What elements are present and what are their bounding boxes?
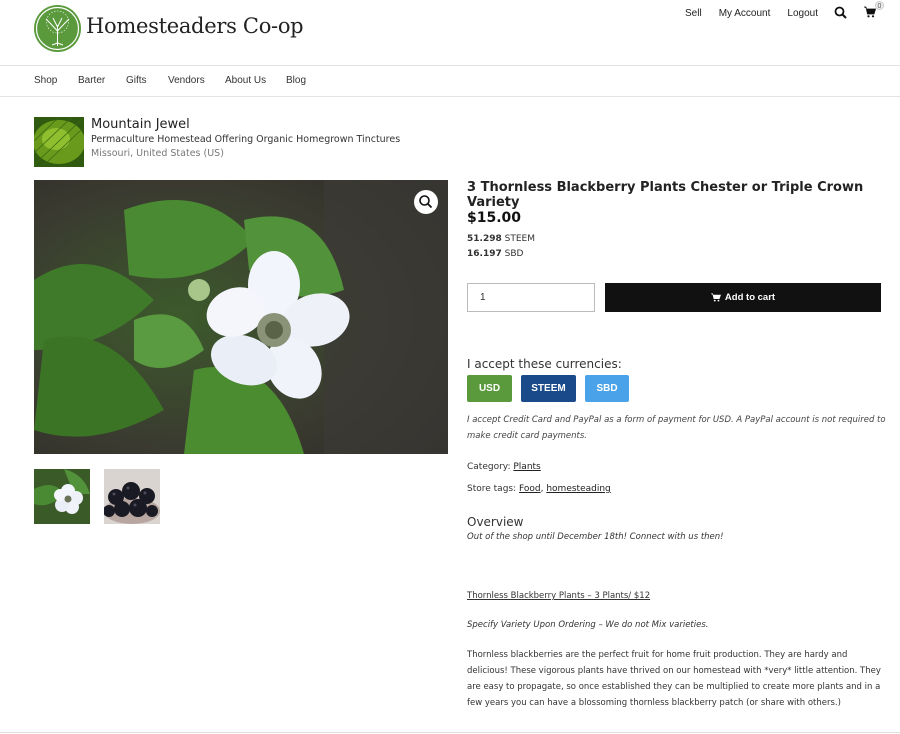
steem-unit: STEEM — [504, 234, 535, 244]
nav-gifts[interactable]: Gifts — [126, 75, 147, 86]
overview-title: Overview — [467, 515, 524, 529]
sbd-amount: 16.197 — [467, 249, 502, 259]
store-tags-label: Store tags: — [467, 484, 517, 494]
sbd-price: 16.197 SBD — [467, 249, 523, 259]
cart-icon[interactable]: 0 — [864, 1, 884, 20]
nav-vendors[interactable]: Vendors — [168, 75, 205, 86]
thumbnail-flower[interactable] — [34, 469, 90, 524]
site-name[interactable]: Homesteaders Co-op — [86, 14, 304, 38]
tag-link-food[interactable]: Food — [519, 484, 541, 494]
category-label: Category: — [467, 462, 511, 472]
top-links: Sell My Account Logout 0 — [668, 1, 884, 20]
sbd-unit: SBD — [504, 249, 524, 259]
nav-about-us[interactable]: About Us — [225, 75, 266, 86]
nav-barter[interactable]: Barter — [78, 75, 105, 86]
main-nav: Shop Barter Gifts Vendors About Us Blog — [0, 66, 900, 97]
tag-link-homesteading[interactable]: homesteading — [546, 484, 610, 494]
my-account-link[interactable]: My Account — [719, 8, 771, 19]
steem-amount: 51.298 — [467, 234, 502, 244]
category-link[interactable]: Plants — [513, 462, 540, 472]
currency-usd-button[interactable]: USD — [467, 375, 512, 402]
description-heading: Thornless Blackberry Plants – 3 Plants/ … — [467, 591, 651, 601]
product-title: 3 Thornless Blackberry Plants Chester or… — [467, 180, 864, 210]
steem-price: 51.298 STEEM — [467, 234, 535, 244]
logout-link[interactable]: Logout — [787, 8, 818, 19]
currency-sbd-button[interactable]: SBD — [585, 375, 629, 402]
currency-note: I accept Credit Card and PayPal as a for… — [467, 415, 886, 441]
thumbnail-blackberries[interactable] — [104, 469, 160, 524]
add-to-cart-label: Add to cart — [724, 292, 776, 303]
currency-steem-button[interactable]: STEEM — [521, 375, 576, 402]
bottom-divider — [0, 732, 900, 733]
nav-shop[interactable]: Shop — [34, 75, 57, 86]
description-specify: Specify Variety Upon Ordering – We do no… — [467, 620, 709, 630]
site-header: Homesteaders Co-op Sell My Account Logou… — [0, 0, 900, 66]
vendor-location: Missouri, United States (US) — [91, 148, 224, 159]
nav-blog[interactable]: Blog — [286, 75, 306, 86]
cart-count-badge: 0 — [875, 1, 884, 10]
vendor-tagline: Permaculture Homestead Offering Organic … — [91, 134, 401, 145]
add-to-cart-button[interactable]: Add to cart — [605, 283, 881, 312]
product-price: $15.00 — [467, 210, 522, 226]
logo-tree-icon[interactable] — [34, 5, 81, 52]
cart-icon — [711, 293, 721, 302]
sell-link[interactable]: Sell — [685, 8, 702, 19]
search-icon[interactable] — [834, 6, 848, 20]
product-main-image[interactable] — [34, 180, 448, 454]
vendor-name[interactable]: Mountain Jewel — [91, 117, 190, 132]
quantity-input[interactable] — [467, 283, 595, 312]
description-body: Thornless blackberries are the perfect f… — [467, 650, 881, 708]
category-line: Category: Plants — [467, 462, 541, 472]
store-tags-line: Store tags: Food, homesteading — [467, 484, 611, 494]
currencies-label: I accept these currencies: — [467, 357, 622, 371]
vendor-avatar[interactable] — [34, 117, 84, 167]
overview-notice: Out of the shop until December 18th! Con… — [467, 532, 724, 542]
zoom-icon[interactable] — [414, 190, 438, 214]
